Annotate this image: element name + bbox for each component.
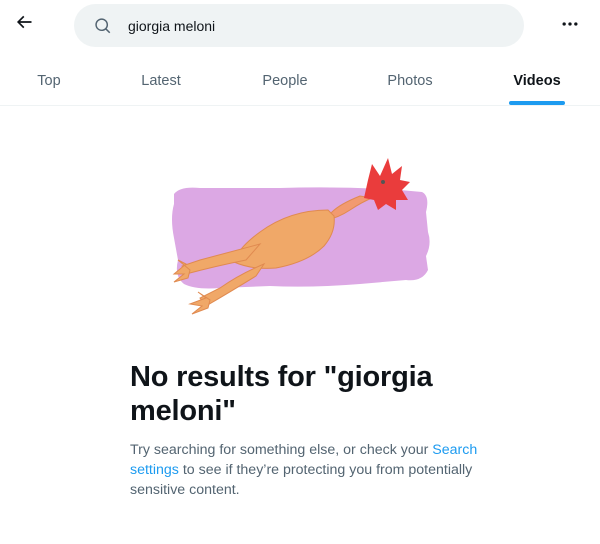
empty-state: No results for "giorgia meloni" Try sear… [130,360,480,500]
active-tab-indicator [509,101,565,105]
search-box[interactable] [74,4,524,47]
back-button[interactable] [6,6,42,42]
description-text: Try searching for something else, or che… [130,442,433,458]
arrow-left-icon [14,12,34,37]
search-input[interactable] [128,4,488,47]
tab-label: Videos [513,72,561,89]
empty-state-title: No results for "giorgia meloni" [130,361,433,427]
tab-top[interactable]: Top [0,56,98,105]
search-icon [94,16,114,36]
tab-label: People [262,72,308,89]
tab-videos[interactable]: Videos [474,56,600,105]
tab-photos[interactable]: Photos [346,56,474,105]
rubber-chicken-illustration [160,152,440,330]
more-horizontal-icon [560,14,580,39]
tab-people[interactable]: People [224,56,346,105]
description-text: to see if they’re protecting you from po… [130,462,473,498]
tab-label: Top [37,72,61,89]
tab-label: Photos [387,72,433,89]
top-bar [0,0,600,52]
more-options-button[interactable] [552,8,588,44]
search-tabs: Top Latest People Photos Videos [0,56,600,106]
tab-label: Latest [141,72,181,89]
tab-latest[interactable]: Latest [98,56,224,105]
empty-state-description: Try searching for something else, or che… [130,440,480,500]
